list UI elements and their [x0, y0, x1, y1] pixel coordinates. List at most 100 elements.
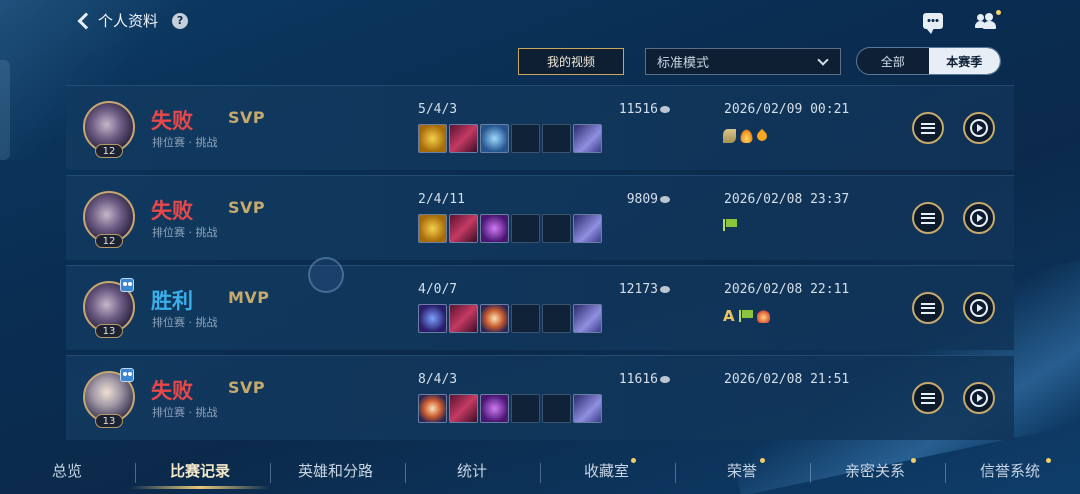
match-result: 胜利: [151, 289, 193, 313]
match-row[interactable]: 13 失败 SVP 排位赛 · 挑战 8/4/3 11616 2026/02/0…: [66, 355, 1014, 440]
team-icon: [120, 278, 134, 292]
friends-icon[interactable]: [975, 10, 1001, 30]
boot-item-icon: [573, 304, 602, 333]
flag-icon: [723, 219, 737, 231]
gold-item-icon: [418, 124, 447, 153]
coin-icon: [660, 196, 670, 203]
floating-assistive-button[interactable]: [308, 257, 344, 293]
chevron-down-icon: [817, 54, 829, 66]
play-icon: [970, 119, 988, 137]
nav-divider: [270, 463, 271, 483]
gold-item-icon: [418, 214, 447, 243]
gold-amount: 12173: [619, 282, 670, 297]
replay-button[interactable]: [963, 112, 995, 144]
match-row[interactable]: 12 失败 SVP 排位赛 · 挑战 2/4/11 9809 2026/02/0…: [66, 175, 1014, 260]
nav-stats[interactable]: 统计: [457, 460, 487, 481]
honor-tags: [723, 219, 737, 231]
a-grade-icon: A: [723, 307, 735, 325]
blue-item-icon: [480, 124, 509, 153]
hero-level: 12: [95, 234, 123, 248]
honor-tags: [723, 128, 770, 144]
empty-slot: [511, 124, 540, 153]
hero-level: 13: [95, 414, 123, 428]
hero-level: 13: [95, 324, 123, 338]
play-icon: [970, 299, 988, 317]
item-slots: [418, 304, 602, 333]
notification-dot: [911, 458, 916, 463]
purple-item-icon: [480, 214, 509, 243]
match-datetime: 2026/02/08 23:37: [724, 192, 850, 207]
nav-overview[interactable]: 总览: [52, 460, 82, 481]
orb-item-icon: [418, 394, 447, 423]
match-row[interactable]: 12 失败 SVP 排位赛 · 挑战 5/4/3 11516 2026/02/0…: [66, 85, 1014, 170]
nav-heroes-lanes[interactable]: 英雄和分路: [298, 460, 373, 481]
nav-divider: [540, 463, 541, 483]
kda: 5/4/3: [418, 102, 458, 117]
match-mode: 排位赛 · 挑战: [152, 316, 218, 329]
list-icon: [921, 122, 935, 134]
nav-divider: [675, 463, 676, 483]
match-mode: 排位赛 · 挑战: [152, 136, 218, 149]
nav-collection[interactable]: 收藏室: [584, 460, 629, 481]
mode-select-value: 标准模式: [657, 56, 710, 71]
nav-match-history[interactable]: 比赛记录: [170, 460, 230, 481]
item-slots: [418, 394, 602, 423]
bottom-nav: 总览 比赛记录 英雄和分路 统计 收藏室 荣誉 亲密关系 信誉系统: [0, 450, 1080, 494]
replay-button[interactable]: [963, 292, 995, 324]
red-item-icon: [449, 394, 478, 423]
gold-amount: 11516: [619, 102, 670, 117]
nav-honor[interactable]: 荣誉: [727, 460, 757, 481]
back-button[interactable]: 个人资料 ?: [76, 10, 189, 31]
gold-value: 11616: [618, 372, 658, 387]
coin-icon: [660, 376, 670, 383]
help-icon[interactable]: ?: [172, 12, 189, 29]
replay-button[interactable]: [963, 382, 995, 414]
item-slots: [418, 124, 602, 153]
sprout-icon: [723, 129, 736, 143]
season-current-option[interactable]: 本赛季: [928, 48, 1000, 74]
boot-item-icon: [573, 214, 602, 243]
chat-icon[interactable]: [923, 13, 943, 34]
my-video-button[interactable]: 我的视频: [518, 48, 624, 75]
performance-badge: SVP: [228, 198, 266, 217]
nav-divider: [135, 463, 136, 483]
void-item-icon: [418, 304, 447, 333]
nav-divider: [945, 463, 946, 483]
kda: 8/4/3: [418, 372, 458, 387]
match-row[interactable]: 13 胜利 MVP 排位赛 · 挑战 4/0/7 12173 2026/02/0…: [66, 265, 1014, 350]
boot-item-icon: [573, 124, 602, 153]
gold-value: 9809: [626, 192, 658, 207]
nav-intimacy[interactable]: 亲密关系: [845, 460, 905, 481]
play-icon: [970, 209, 988, 227]
empty-slot: [511, 394, 540, 423]
honor-tags: A: [723, 307, 770, 325]
active-tab-indicator: [130, 486, 270, 489]
top-bar: 个人资料 ?: [0, 0, 1080, 44]
mode-select[interactable]: 标准模式: [645, 48, 841, 75]
empty-slot: [542, 214, 571, 243]
side-handle[interactable]: [0, 60, 10, 160]
coin-icon: [660, 106, 670, 113]
match-datetime: 2026/02/08 22:11: [724, 282, 850, 297]
match-detail-button[interactable]: [912, 292, 944, 324]
replay-button[interactable]: [963, 202, 995, 234]
match-result: 失败: [151, 109, 193, 133]
boot-item-icon: [573, 394, 602, 423]
red-item-icon: [449, 124, 478, 153]
match-detail-button[interactable]: [912, 382, 944, 414]
season-all-option[interactable]: 全部: [857, 48, 929, 74]
match-result: 失败: [151, 379, 193, 403]
empty-slot: [542, 394, 571, 423]
nav-credit-system[interactable]: 信誉系统: [980, 460, 1040, 481]
chevron-left-icon: [77, 12, 95, 29]
performance-badge: MVP: [228, 288, 270, 307]
red-item-icon: [449, 214, 478, 243]
kda: 2/4/11: [418, 192, 465, 207]
match-detail-button[interactable]: [912, 202, 944, 234]
list-icon: [921, 212, 935, 224]
flame-icon: [740, 129, 753, 143]
match-detail-button[interactable]: [912, 112, 944, 144]
season-toggle[interactable]: 全部 本赛季: [856, 47, 1001, 75]
nav-divider: [810, 463, 811, 483]
kda: 4/0/7: [418, 282, 458, 297]
